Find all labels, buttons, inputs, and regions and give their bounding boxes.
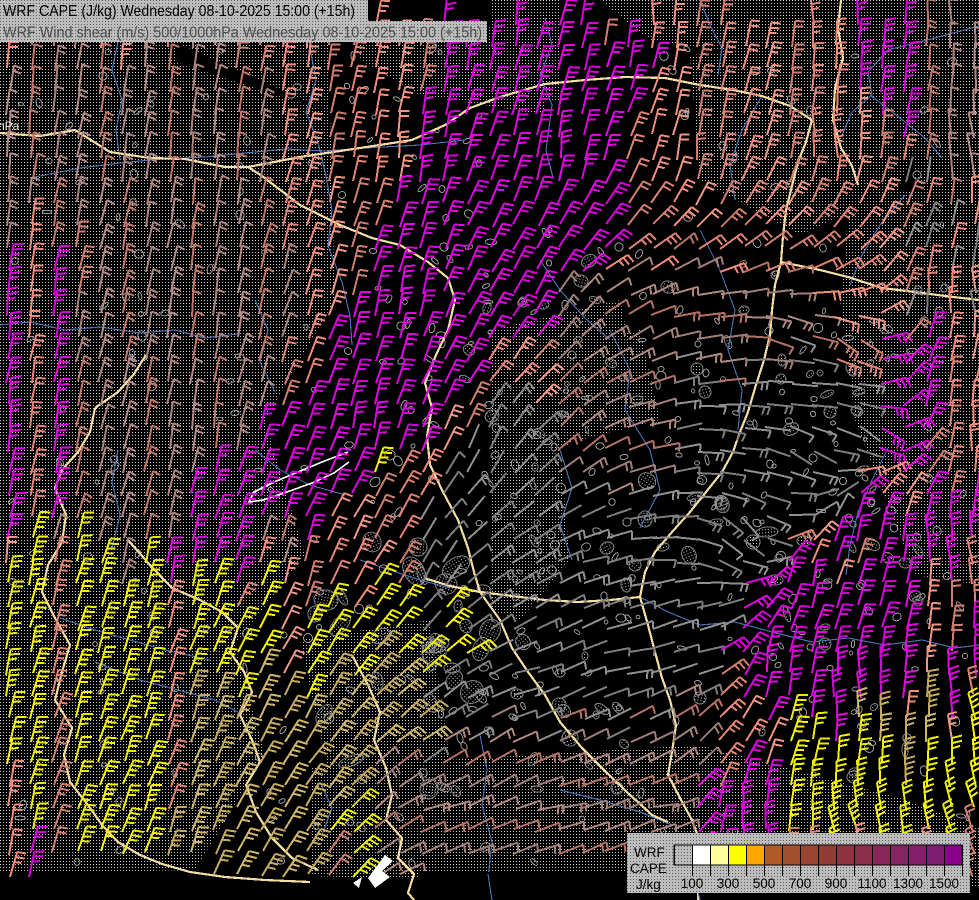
svg-text:900: 900 [825, 876, 848, 891]
svg-text:CAPE: CAPE [630, 861, 667, 876]
svg-text:WRF CAPE (J/kg) Wednesday 08-1: WRF CAPE (J/kg) Wednesday 08-10-2025 15:… [3, 3, 355, 20]
svg-text:700: 700 [789, 876, 812, 891]
svg-text:500: 500 [753, 876, 776, 891]
svg-text:300: 300 [717, 876, 740, 891]
svg-text:1500: 1500 [929, 876, 959, 891]
svg-text:1100: 1100 [857, 876, 886, 891]
svg-text:WRF: WRF [634, 845, 665, 860]
svg-text:1300: 1300 [893, 876, 923, 891]
svg-text:100: 100 [681, 876, 704, 891]
svg-text:hPa: hPa [0, 119, 20, 133]
svg-text:J/kg: J/kg [636, 877, 661, 892]
svg-text:WRF Wind shear (m/s) 500/1000h: WRF Wind shear (m/s) 500/1000hPa Wednesd… [3, 25, 482, 42]
